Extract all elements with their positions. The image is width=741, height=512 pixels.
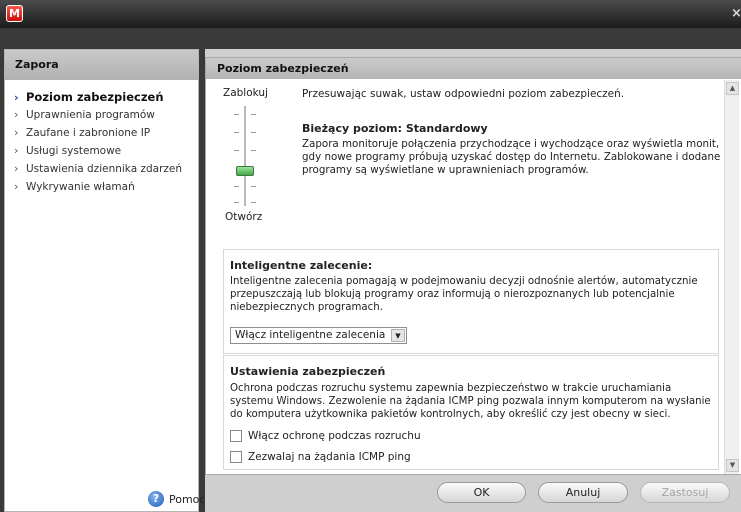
boot-protection-checkbox-row[interactable]: Włącz ochronę podczas rozruchu <box>230 430 421 442</box>
slider-tick <box>234 114 239 115</box>
icmp-ping-label: Zezwalaj na żądania ICMP ping <box>248 451 411 463</box>
chevron-right-icon: › <box>14 180 19 193</box>
chevron-right-icon: › <box>14 126 19 139</box>
main-panel: Poziom zabezpieczeń ▲ ▼ Zablokuj Otwórz … <box>205 57 741 475</box>
security-settings-section: Ustawienia zabezpieczeń Ochrona podczas … <box>223 355 719 470</box>
sidebar: Zapora › Poziom zabezpieczeń › Uprawnienia… <box>4 49 205 512</box>
security-level-slider[interactable] <box>230 106 260 208</box>
icmp-ping-checkbox-row[interactable]: Zezwalaj na żądania ICMP ping <box>230 451 411 463</box>
chevron-right-icon: › <box>14 144 19 157</box>
slider-track <box>244 106 246 206</box>
vertical-scrollbar[interactable]: ▲ ▼ <box>724 80 739 474</box>
slider-tick <box>234 132 239 133</box>
scroll-down-arrow-icon[interactable]: ▼ <box>726 459 739 472</box>
sidebar-item-security-level[interactable]: › Poziom zabezpieczeń <box>5 90 198 108</box>
title-bar: M × <box>0 0 741 28</box>
slider-bottom-label: Otwórz <box>225 211 263 223</box>
slider-tick <box>234 186 239 187</box>
slider-tick <box>251 202 256 203</box>
sidebar-nav: › Poziom zabezpieczeń › Uprawnienia progra… <box>5 80 198 198</box>
slider-top-label: Zablokuj <box>223 87 268 99</box>
sidebar-item-label: Poziom zabezpieczeń <box>26 90 164 104</box>
select-value: Włącz inteligentne zalecenia <box>235 329 386 341</box>
cancel-button[interactable]: Anuluj <box>538 482 628 503</box>
sidebar-title: Zapora <box>5 50 198 80</box>
boot-protection-label: Włącz ochronę podczas rozruchu <box>248 430 421 442</box>
chevron-down-icon[interactable]: ▼ <box>391 329 405 342</box>
security-settings-title: Ustawienia zabezpieczeń <box>230 365 386 378</box>
slider-tick <box>251 186 256 187</box>
boot-protection-checkbox[interactable] <box>230 430 242 442</box>
slider-tick <box>251 114 256 115</box>
help-icon: ? <box>148 491 164 507</box>
smart-recommendation-description: Inteligentne zalecenia pomagają w podejm… <box>230 276 698 313</box>
smart-recommendation-title: Inteligentne zalecenie: <box>230 259 373 272</box>
slider-thumb[interactable] <box>236 166 254 176</box>
security-settings-description: Ochrona podczas rozruchu systemu zapewni… <box>230 383 711 420</box>
sidebar-item-label: Zaufane i zabronione IP <box>26 127 151 139</box>
current-level-description: Zapora monitoruje połączenia przychodząc… <box>302 138 721 176</box>
smart-recommendation-select[interactable]: Włącz inteligentne zalecenia ▼ <box>230 327 407 344</box>
current-level-title: Bieżący poziom: Standardowy <box>302 122 488 135</box>
sidebar-item-label: Wykrywanie włamań <box>26 181 135 193</box>
sidebar-item-system-services[interactable]: › Usługi systemowe <box>5 144 198 162</box>
sidebar-item-label: Ustawienia dziennika zdarzeń <box>26 163 183 175</box>
slider-tick <box>251 132 256 133</box>
slider-instruction: Przesuwając suwak, ustaw odpowiedni pozi… <box>302 88 625 100</box>
help-link[interactable]: ? Pomoc <box>148 491 205 507</box>
scroll-up-arrow-icon[interactable]: ▲ <box>726 82 739 95</box>
slider-tick <box>234 150 239 151</box>
icmp-ping-checkbox[interactable] <box>230 451 242 463</box>
chevron-right-icon: › <box>14 162 19 175</box>
sidebar-item-label: Usługi systemowe <box>26 145 122 157</box>
main-frame: Poziom zabezpieczeń ▲ ▼ Zablokuj Otwórz … <box>205 49 741 512</box>
apply-button[interactable]: Zastosuj <box>640 482 730 503</box>
slider-tick <box>251 150 256 151</box>
slider-tick <box>234 202 239 203</box>
sidebar-item-trusted-banned-ip[interactable]: › Zaufane i zabronione IP <box>5 126 198 144</box>
page-title: Poziom zabezpieczeń <box>206 58 741 79</box>
chevron-right-icon: › <box>14 108 19 121</box>
mcafee-logo-icon: M <box>6 5 23 22</box>
help-label: Pomoc <box>169 492 206 506</box>
sidebar-item-program-permissions[interactable]: › Uprawnienia programów <box>5 108 198 126</box>
sidebar-item-intrusion-detection[interactable]: › Wykrywanie włamań <box>5 180 198 198</box>
sidebar-item-event-log-settings[interactable]: › Ustawienia dziennika zdarzeń <box>5 162 198 180</box>
chevron-right-icon: › <box>14 91 19 104</box>
ok-button[interactable]: OK <box>437 482 526 503</box>
smart-recommendation-section: Inteligentne zalecenie: Inteligentne zal… <box>223 249 719 354</box>
close-button[interactable]: × <box>731 6 741 22</box>
sidebar-item-label: Uprawnienia programów <box>26 109 155 121</box>
